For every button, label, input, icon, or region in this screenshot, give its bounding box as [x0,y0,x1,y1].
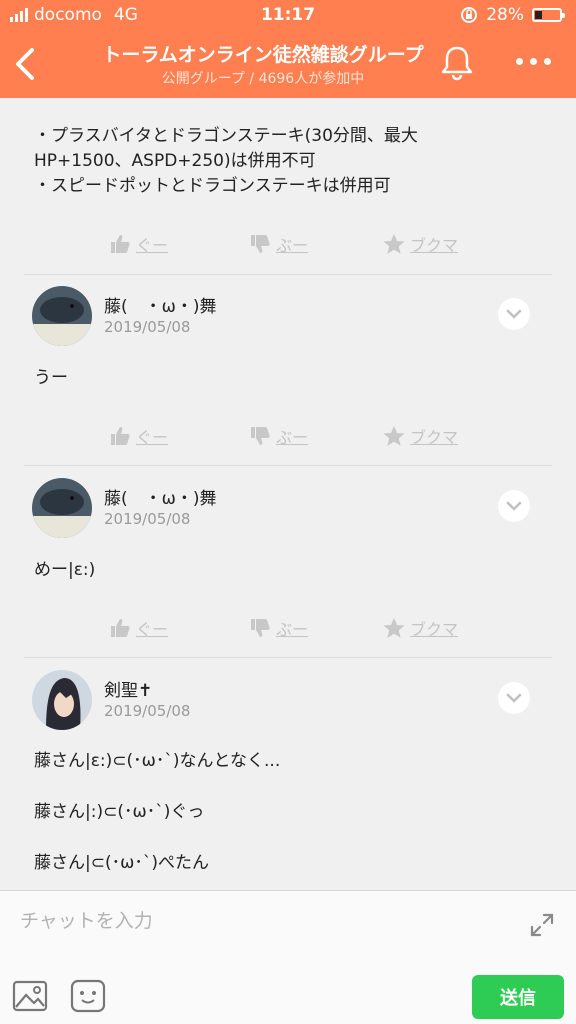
chevron-down-icon[interactable] [498,682,530,714]
comment-author[interactable]: 藤( ・ω・)舞 [104,484,217,509]
chat-input[interactable] [18,903,502,939]
post-actions: ぐー ぶー ブクマ [0,224,576,264]
divider [24,465,552,466]
divider [24,274,552,275]
comment-body-line: 藤さん|ε:)⊂(･ω･`)なんとなく... [34,751,281,771]
post-line: ・スピードポットとドラゴンステーキは併用可 [34,176,391,196]
expand-icon[interactable] [528,911,556,939]
like-button[interactable]: ぐー [108,424,168,448]
thumbs-down-icon [251,235,270,253]
battery-percent: 28% [486,5,524,25]
bell-icon[interactable] [439,44,475,82]
comment-body-line: 藤さん|⊂(･ω･`)ぺたん [34,853,209,873]
more-menu-icon[interactable] [514,54,554,68]
send-button[interactable]: 送信 [472,975,564,1019]
post-line: HP+1500、ASPD+250)は併用不可 [34,151,316,171]
group-subtitle: 公開グループ / 4696人が参加中 [161,71,365,87]
group-title: トーラムオンライン徒然雑談グループ [102,44,424,66]
comment-author[interactable]: 藤( ・ω・)舞 [104,292,217,317]
star-icon [383,618,405,638]
comment-date: 2019/05/08 [104,510,191,528]
like-button[interactable]: ぐー [108,616,168,640]
post-line: ・プラスバイタとドラゴンステーキ(30分間、最大 [34,126,418,146]
rotation-lock-icon [461,7,478,23]
comment-date: 2019/05/08 [104,702,191,720]
photo-icon[interactable] [12,979,48,1013]
comment-date: 2019/05/08 [104,318,191,336]
comment-thread[interactable]: ・プラスバイタとドラゴンステーキ(30分間、最大 HP+1500、ASPD+25… [0,98,576,890]
thumbs-up-icon [111,427,130,445]
bookmark-button[interactable]: ブクマ [382,232,458,256]
status-bar: docomo 4G 11:17 28% [0,0,576,30]
dislike-button[interactable]: ぶー [248,616,308,640]
thumbs-up-icon [111,619,130,637]
avatar[interactable] [32,286,92,346]
star-icon [383,426,405,446]
comment-body-line: 藤さん|:)⊂(･ω･`)ぐっ [34,802,205,822]
thumbs-up-icon [111,235,130,253]
thumbs-down-icon [251,427,270,445]
post-body: ・プラスバイタとドラゴンステーキ(30分間、最大 HP+1500、ASPD+25… [34,124,418,199]
dislike-button[interactable]: ぶー [248,232,308,256]
like-button[interactable]: ぐー [108,232,168,256]
battery-icon [532,8,565,22]
chevron-down-icon[interactable] [498,490,530,522]
star-icon [383,234,405,254]
comment-header: 藤( ・ω・)舞 2019/05/08 [0,478,576,548]
comment-actions: ぐー ぶー ブクマ [0,416,576,456]
divider [24,657,552,658]
avatar[interactable] [32,478,92,538]
dislike-button[interactable]: ぶー [248,424,308,448]
comment-body: めー|ε:) [34,560,96,580]
chat-input-bar: 送信 [0,890,576,1024]
comment-header: 剣聖✝ 2019/05/08 [0,670,576,740]
comment-header: 藤( ・ω・)舞 2019/05/08 [0,286,576,356]
bookmark-button[interactable]: ブクマ [382,424,458,448]
thumbs-down-icon [251,619,270,637]
back-arrow-icon[interactable] [10,44,42,84]
avatar[interactable] [32,670,92,730]
comment-actions: ぐー ぶー ブクマ [0,608,576,648]
comment-author[interactable]: 剣聖✝ [104,676,152,701]
bookmark-button[interactable]: ブクマ [382,616,458,640]
sticker-icon[interactable] [70,979,106,1013]
chevron-down-icon[interactable] [498,298,530,330]
app-header: トーラムオンライン徒然雑談グループ 公開グループ / 4696人が参加中 [0,30,576,98]
comment-body: うー [34,368,68,388]
